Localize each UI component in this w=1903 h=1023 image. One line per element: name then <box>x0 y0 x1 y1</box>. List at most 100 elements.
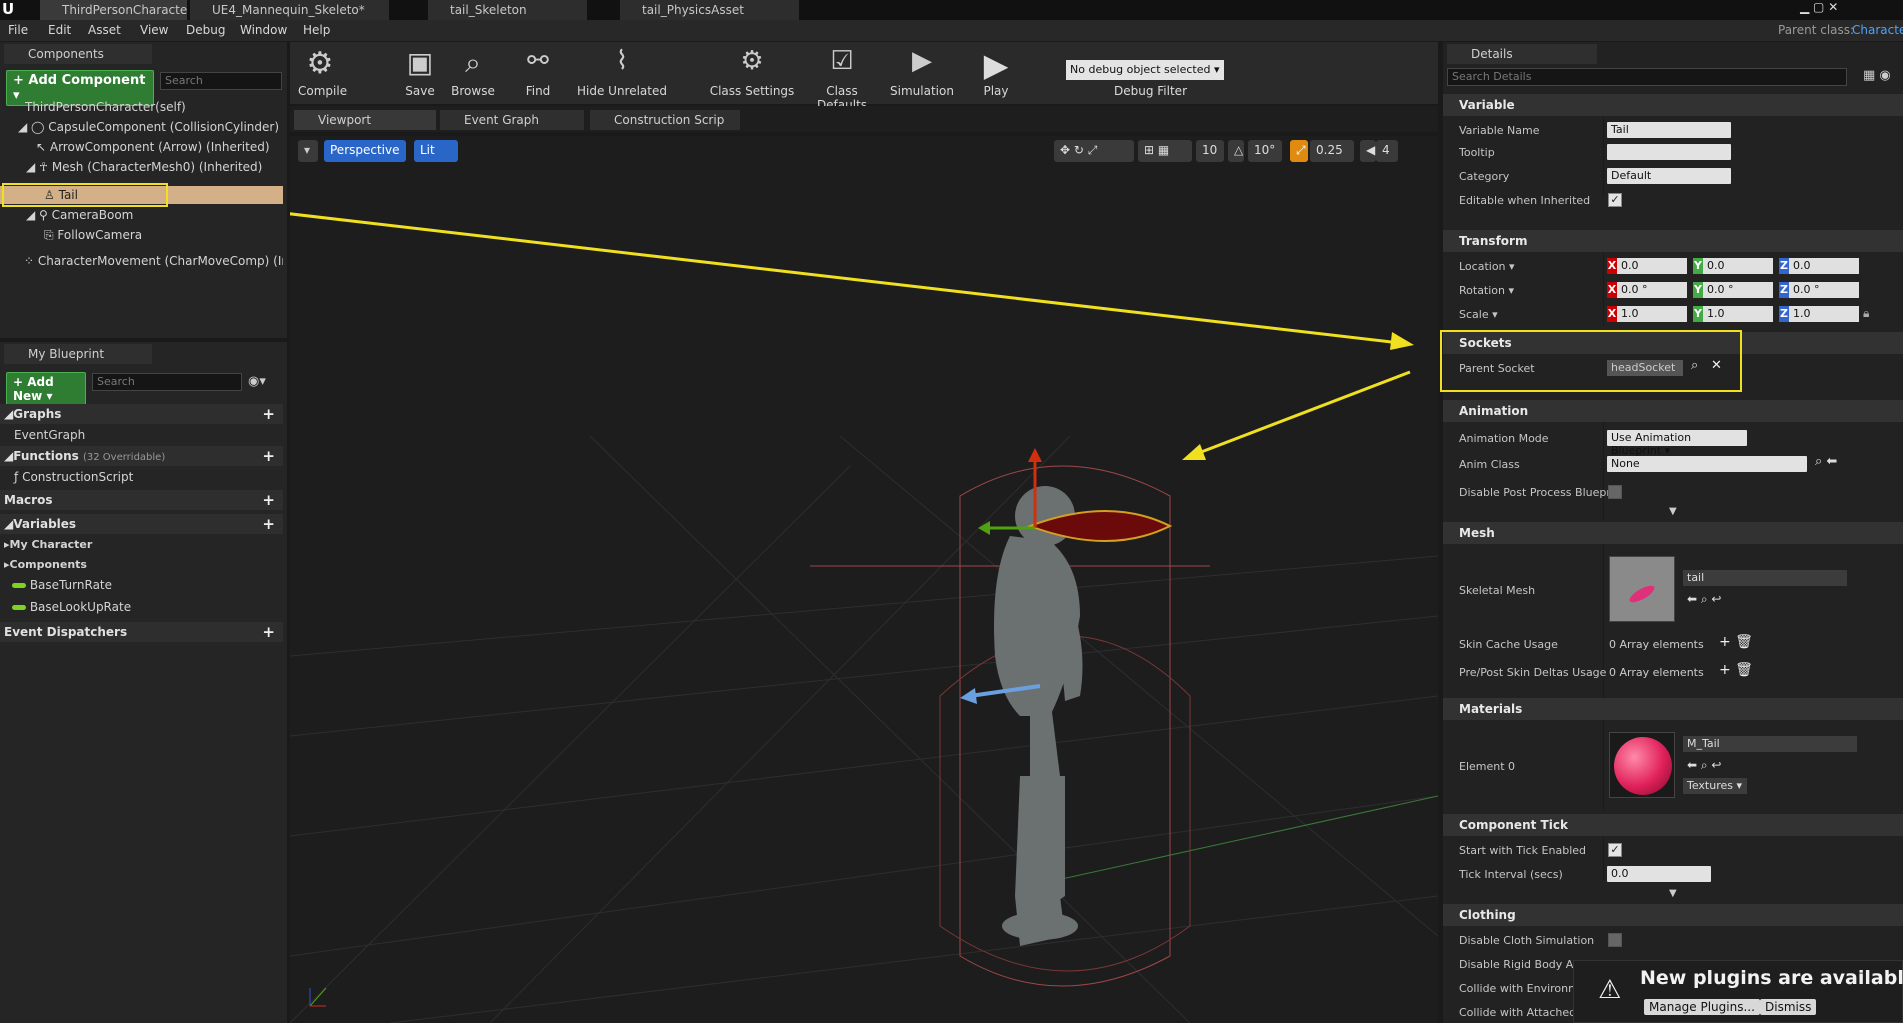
tree-item-capsule[interactable]: ◢ ◯ CapsuleComponent (CollisionCylinder)… <box>0 118 283 136</box>
disable-post-process-checkbox[interactable] <box>1608 485 1622 499</box>
add-new-button[interactable]: + Add New ▾ <box>6 372 86 406</box>
material-use-browse-icons[interactable]: ⬅ ⌕ ↩ <box>1687 758 1721 773</box>
rotation-z-field[interactable]: 0.0 ° <box>1789 282 1859 298</box>
rotation-snap-icon[interactable]: △ <box>1228 140 1244 162</box>
tab-construction-script[interactable]: Construction Scrip <box>590 110 740 130</box>
my-blueprint-tab[interactable]: My Blueprint <box>4 344 152 364</box>
anim-class-browse-icon[interactable]: ⌕ ⬅ <box>1815 454 1837 469</box>
tab-event-graph[interactable]: Event Graph <box>440 110 584 130</box>
material-thumbnail[interactable] <box>1609 732 1675 798</box>
add-variable-icon[interactable]: + <box>262 515 275 533</box>
components-search-input[interactable]: Search <box>160 72 282 90</box>
tree-item-followcamera[interactable]: ⎘ FollowCamera <box>0 226 283 244</box>
var-base-turn-rate[interactable]: BaseTurnRate <box>0 576 283 594</box>
tab-tail-skeleton[interactable]: tail_Skeleton <box>428 0 588 20</box>
scale-snap-value[interactable]: 0.25 <box>1310 140 1354 162</box>
scale-y-field[interactable]: 1.0 <box>1703 306 1773 322</box>
skeletal-mesh-thumbnail[interactable] <box>1609 556 1675 622</box>
menu-view[interactable]: View <box>140 23 168 37</box>
hide-unrelated-button[interactable]: ⌇ Hide Unrelated <box>572 46 672 98</box>
section-functions[interactable]: ◢Functions (32 Overridable) + <box>0 446 283 466</box>
rotation-snap-value[interactable]: 10° <box>1248 140 1282 162</box>
section-transform[interactable]: Transform <box>1443 230 1903 252</box>
section-macros[interactable]: Macros + <box>0 490 283 510</box>
tab-tail-physics-asset[interactable]: tail_PhysicsAsset <box>620 0 800 20</box>
perspective-button[interactable]: Perspective <box>324 140 406 162</box>
viewport[interactable]: ▾ Perspective Lit ✥ ↻ ⤢ ⊞ ▦ 10 △ 10° ⤢ 0… <box>290 136 1438 1023</box>
tab-viewport[interactable]: Viewport <box>294 110 436 130</box>
transform-tools[interactable]: ✥ ↻ ⤢ <box>1054 140 1134 162</box>
variable-name-field[interactable]: Tail <box>1607 122 1731 138</box>
category-my-character[interactable]: ▸My Character <box>0 536 283 554</box>
rotation-x-field[interactable]: 0.0 ° <box>1617 282 1687 298</box>
tree-item-arrow[interactable]: ↖ ArrowComponent (Arrow) (Inherited) <box>0 138 283 156</box>
window-controls[interactable]: ▁ ▢ ✕ <box>1800 0 1900 20</box>
rotation-label[interactable]: Rotation ▾ <box>1459 284 1611 297</box>
expand-tick-advanced-icon[interactable]: ▼ <box>1669 888 1677 899</box>
scale-lock-icon[interactable]: 🔒︎ <box>1863 306 1869 321</box>
camera-speed-icon[interactable]: ◀ <box>1360 140 1376 162</box>
section-variables[interactable]: ◢Variables + <box>0 514 283 534</box>
scale-label[interactable]: Scale ▾ <box>1459 308 1611 321</box>
tree-item-self[interactable]: ThirdPersonCharacter(self) <box>0 98 283 116</box>
viewport-options-icon[interactable]: ▾ <box>298 140 318 162</box>
compile-button[interactable]: ⚙ Compile <box>298 46 347 98</box>
menu-edit[interactable]: Edit <box>48 23 71 37</box>
visibility-eye-icon[interactable]: ◉▾ <box>248 374 266 389</box>
tree-item-eventgraph[interactable]: EventGraph <box>0 426 283 444</box>
menu-help[interactable]: Help <box>303 23 330 37</box>
menu-window[interactable]: Window <box>240 23 287 37</box>
location-z-field[interactable]: 0.0 <box>1789 258 1859 274</box>
section-animation[interactable]: Animation <box>1443 400 1903 422</box>
location-y-field[interactable]: 0.0 <box>1703 258 1773 274</box>
tree-item-mesh[interactable]: ◢ ☥ Mesh (CharacterMesh0) (Inherited) <box>0 158 283 176</box>
dismiss-button[interactable]: Dismiss <box>1760 999 1817 1015</box>
surface-snap-icon[interactable]: ⊞ ▦ <box>1138 140 1192 162</box>
simulation-button[interactable]: ▶ Simulation <box>890 46 954 98</box>
class-settings-button[interactable]: ⚙ Class Settings <box>708 46 796 98</box>
category-select[interactable]: Default <box>1607 168 1731 184</box>
manage-plugins-button[interactable]: Manage Plugins... <box>1644 999 1760 1015</box>
tooltip-field[interactable] <box>1607 144 1731 160</box>
editable-inherited-checkbox[interactable]: ✓ <box>1608 193 1622 207</box>
find-button[interactable]: ⚯ Find <box>518 46 558 98</box>
blueprint-search-input[interactable]: Search <box>92 373 242 391</box>
scale-z-field[interactable]: 1.0 <box>1789 306 1859 322</box>
add-function-icon[interactable]: + <box>262 447 275 465</box>
browse-button[interactable]: ⌕ Browse <box>448 46 498 98</box>
menu-file[interactable]: File <box>8 23 28 37</box>
category-components[interactable]: ▸Components <box>0 556 283 574</box>
tree-item-constructionscript[interactable]: ƒ ConstructionScript <box>0 468 283 486</box>
section-component-tick[interactable]: Component Tick <box>1443 814 1903 836</box>
mesh-use-browse-icons[interactable]: ⬅ ⌕ ↩ <box>1687 592 1721 607</box>
save-button[interactable]: ▣ Save <box>400 46 440 98</box>
expand-advanced-icon[interactable]: ▼ <box>1669 506 1677 517</box>
section-mesh[interactable]: Mesh <box>1443 522 1903 544</box>
section-graphs[interactable]: ◢Graphs + <box>0 404 283 424</box>
skeletal-mesh-select[interactable]: tail <box>1683 570 1847 586</box>
skin-cache-add-icon[interactable]: + 🗑︎ <box>1719 634 1753 650</box>
material-select[interactable]: M_Tail <box>1683 736 1857 752</box>
tab-third-person-character[interactable]: ThirdPersonCharacter* <box>40 0 188 20</box>
class-defaults-button[interactable]: ☑ Class Defaults <box>800 46 884 112</box>
location-label[interactable]: Location ▾ <box>1459 260 1611 273</box>
scale-snap-icon[interactable]: ⤢ <box>1290 140 1308 162</box>
anim-class-select[interactable]: None <box>1607 456 1807 472</box>
section-variable[interactable]: Variable <box>1443 94 1903 116</box>
add-dispatcher-icon[interactable]: + <box>262 623 275 641</box>
tab-mannequin-skeleton[interactable]: UE4_Mannequin_Skeleto* <box>190 0 390 20</box>
details-tab[interactable]: Details <box>1447 44 1597 64</box>
camera-speed-value[interactable]: 4 <box>1376 140 1398 162</box>
menu-debug[interactable]: Debug <box>186 23 225 37</box>
skin-deltas-add-icon[interactable]: + 🗑︎ <box>1719 662 1753 678</box>
scale-x-field[interactable]: 1.0 <box>1617 306 1687 322</box>
parent-class-link[interactable]: Characte <box>1852 23 1903 37</box>
textures-dropdown[interactable]: Textures ▾ <box>1683 778 1747 794</box>
add-graph-icon[interactable]: + <box>262 405 275 423</box>
debug-object-select[interactable]: No debug object selected ▾ <box>1066 60 1224 80</box>
details-search-input[interactable]: Search Details <box>1447 68 1847 86</box>
lit-button[interactable]: Lit <box>414 140 458 162</box>
property-matrix-icon[interactable]: ▦ ◉ <box>1863 68 1891 83</box>
section-materials[interactable]: Materials <box>1443 698 1903 720</box>
animation-mode-select[interactable]: Use Animation Blueprint ▾ <box>1607 430 1747 457</box>
